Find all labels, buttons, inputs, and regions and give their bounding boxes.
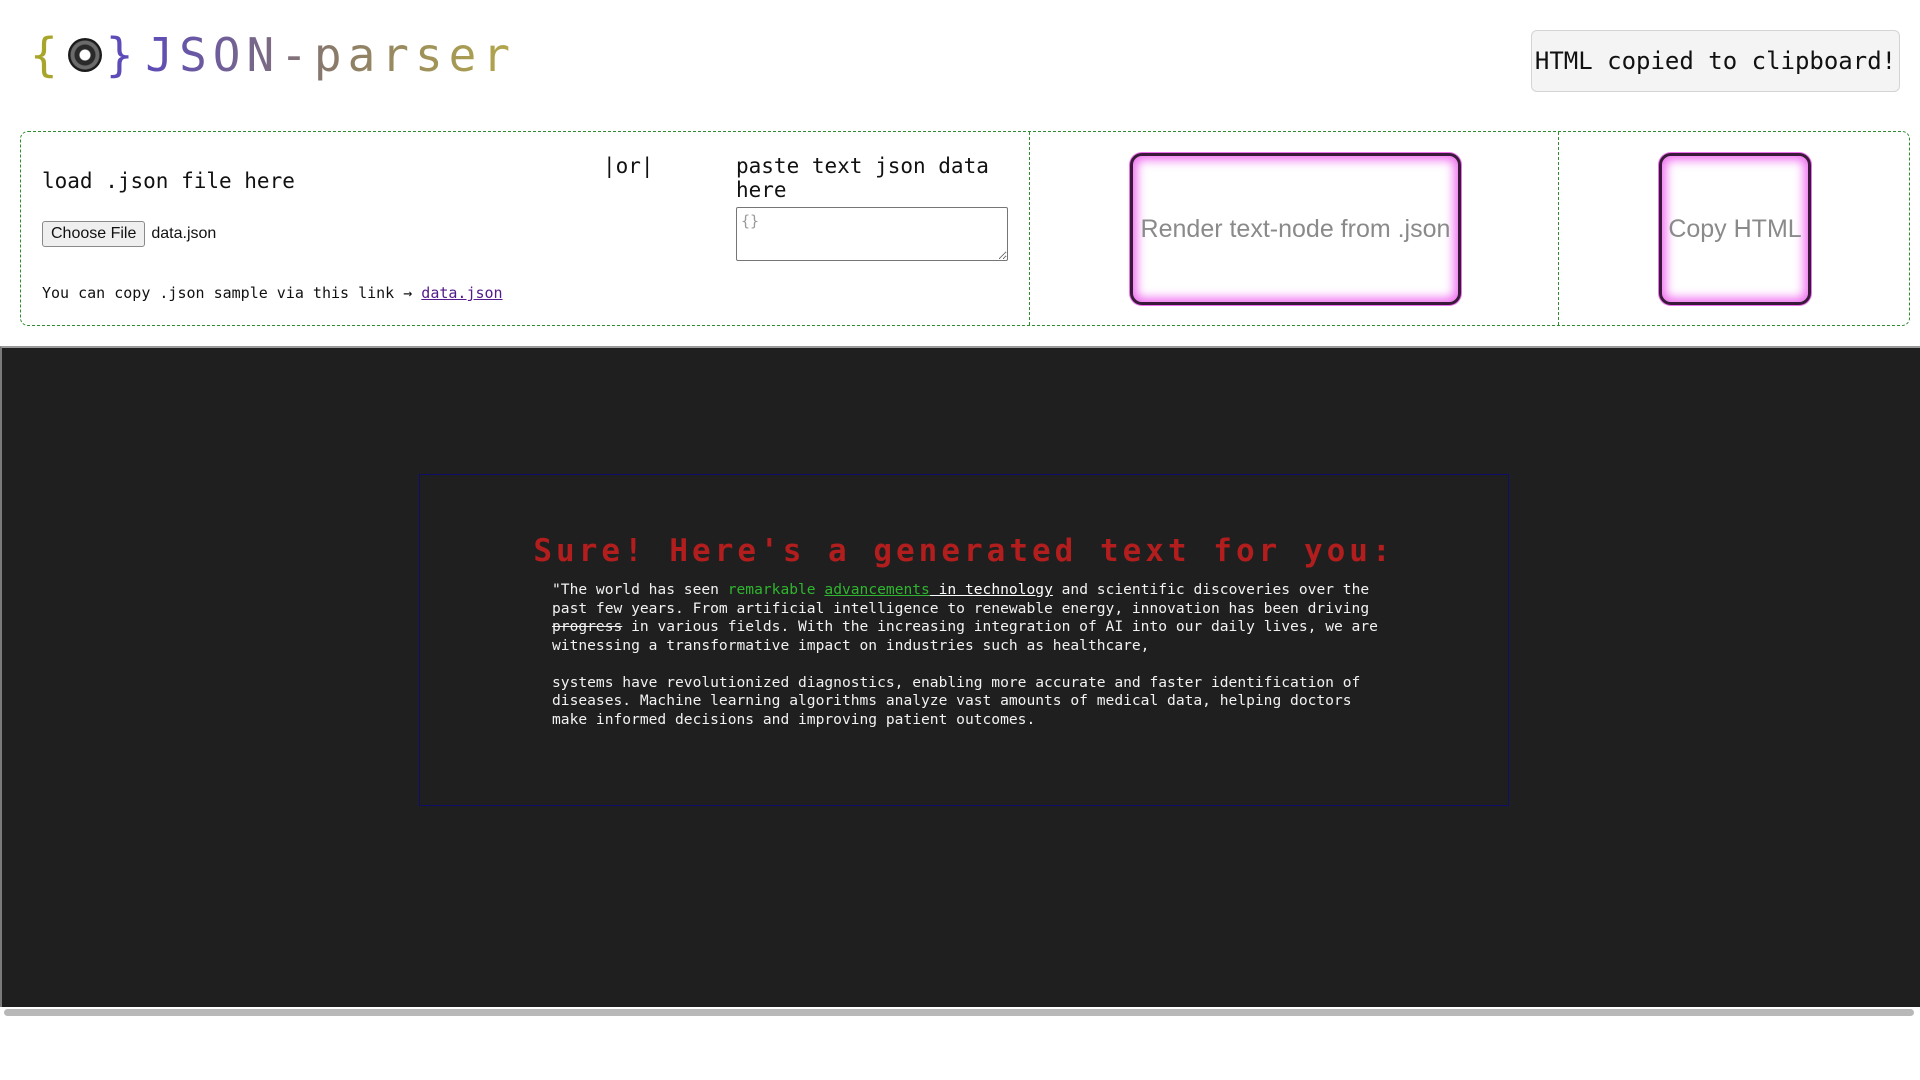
load-section: load .json file here |or| paste text jso… bbox=[21, 132, 1030, 325]
chosen-file-name: data.json bbox=[151, 225, 217, 242]
sample-link-prefix: You can copy .json sample via this link … bbox=[42, 284, 422, 302]
json-text-input[interactable] bbox=[736, 207, 1008, 261]
header: { } JSON-parser HTML copied to clipboard… bbox=[0, 0, 1920, 128]
sample-link-line: You can copy .json sample via this link … bbox=[42, 284, 503, 302]
choose-file-button[interactable]: Choose File bbox=[42, 221, 146, 247]
logo-right-brace: } bbox=[105, 28, 140, 82]
generated-paragraph-1: "The world has seen remarkable advanceme… bbox=[552, 581, 1392, 655]
render-section: Render text-node from .json bbox=[1030, 132, 1559, 325]
load-file-label: load .json file here bbox=[42, 169, 295, 193]
copied-notification: HTML copied to clipboard! bbox=[1531, 30, 1900, 92]
copy-section: Copy HTML bbox=[1559, 132, 1909, 325]
generated-body: "The world has seen remarkable advanceme… bbox=[552, 581, 1392, 748]
logo-ring-icon bbox=[67, 38, 102, 72]
rendered-text-node: Sure! Here's a generated text for you: "… bbox=[419, 474, 1509, 806]
generated-title: Sure! Here's a generated text for you: bbox=[533, 533, 1395, 569]
generated-paragraph-2: systems have revolutionized diagnostics,… bbox=[552, 673, 1361, 728]
p1-text-a: "The world has seen bbox=[552, 581, 728, 598]
p1-text-c: in various fields. With the increasing i… bbox=[552, 618, 1378, 654]
app-logo: { } JSON-parser bbox=[30, 28, 516, 82]
p1-white-underlined: in technology bbox=[929, 581, 1053, 598]
p1-green-underlined: advancements bbox=[824, 581, 930, 598]
logo-left-brace: { bbox=[30, 28, 64, 82]
horizontal-scrollbar[interactable] bbox=[4, 1009, 1914, 1016]
p1-strikethrough: progress bbox=[552, 618, 623, 635]
paste-json-label: paste text json data here bbox=[736, 154, 989, 202]
render-button[interactable]: Render text-node from .json bbox=[1130, 153, 1461, 305]
copy-html-button[interactable]: Copy HTML bbox=[1659, 153, 1811, 305]
control-panel: load .json file here |or| paste text jso… bbox=[20, 131, 1910, 326]
file-input[interactable]: Choose File data.json bbox=[42, 221, 216, 247]
output-area: Sure! Here's a generated text for you: "… bbox=[0, 346, 1920, 1007]
sample-json-link[interactable]: data.json bbox=[421, 284, 502, 302]
or-separator: |or| bbox=[603, 154, 654, 178]
p1-green-word: remarkable bbox=[727, 581, 816, 598]
app-title: JSON-parser bbox=[145, 28, 517, 82]
